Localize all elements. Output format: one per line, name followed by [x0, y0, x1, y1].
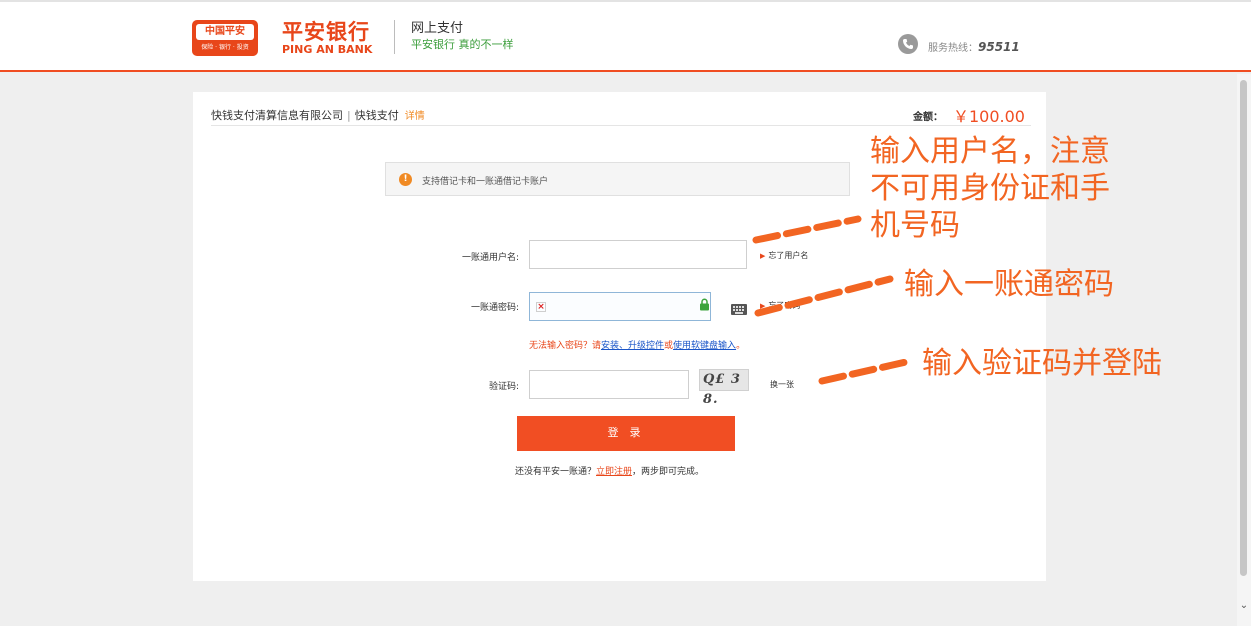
username-annotation-line2: 不可用身份证和手 — [870, 171, 1110, 206]
captcha-annotation: 输入验证码并登陆 — [922, 346, 1162, 381]
username-annotation-line3: 机号码 — [870, 208, 960, 243]
annotation-arrows — [752, 215, 910, 385]
username-annotation-arrow — [752, 215, 862, 244]
captcha-annotation-arrow — [818, 358, 910, 385]
username-annotation-line1: 输入用户名，注意 — [870, 134, 1110, 169]
username-annotation: 输入用户名，注意 不可用身份证和手 机号码 — [870, 133, 1110, 244]
password-annotation: 输入一账通密码 — [904, 267, 1114, 302]
password-annotation-arrow — [754, 275, 894, 317]
